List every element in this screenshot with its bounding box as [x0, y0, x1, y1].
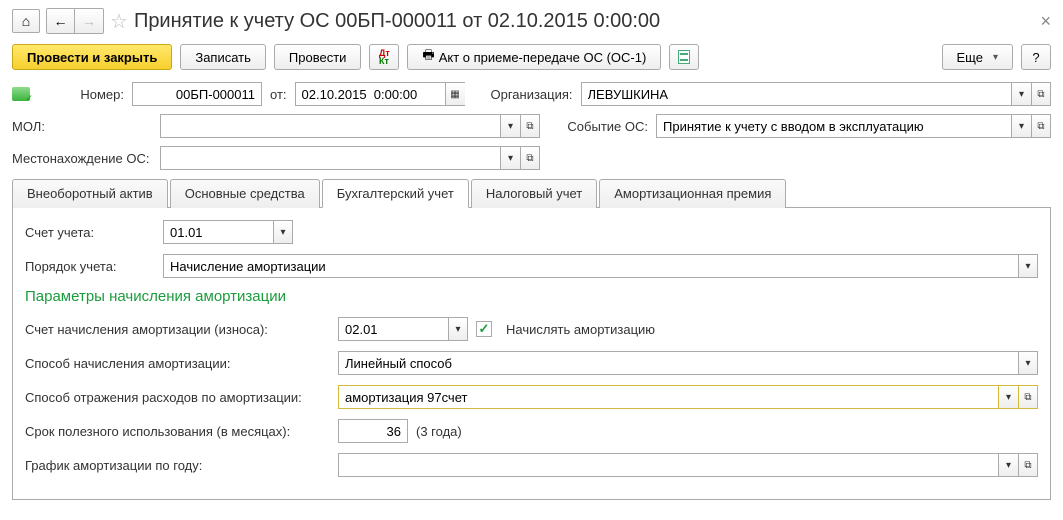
write-button[interactable]: Записать [180, 44, 266, 70]
printer-icon: 🖶 [422, 46, 434, 68]
back-button[interactable]: ← [47, 9, 75, 33]
close-icon[interactable]: × [1040, 11, 1051, 32]
expense-label: Способ отражения расходов по амортизации… [25, 390, 330, 405]
calendar-icon[interactable]: ▦ [445, 82, 465, 106]
dep-account-input[interactable] [338, 317, 448, 341]
life-input[interactable] [338, 419, 408, 443]
schedule-dropdown[interactable]: ▾ [998, 453, 1018, 477]
post-button[interactable]: Провести [274, 44, 362, 70]
schedule-input[interactable] [338, 453, 998, 477]
mol-open-icon[interactable]: ⧉ [520, 114, 540, 138]
dtkt-icon: ДтКт [379, 49, 390, 65]
method-dropdown[interactable]: ▾ [1018, 351, 1038, 375]
post-and-close-button[interactable]: Провести и закрыть [12, 44, 172, 70]
dep-account-dropdown[interactable]: ▾ [448, 317, 468, 341]
page-title: Принятие к учету ОС 00БП-000011 от 02.10… [134, 10, 660, 33]
account-input[interactable] [163, 220, 273, 244]
number-input[interactable] [132, 82, 262, 106]
mol-label: МОЛ: [12, 119, 152, 134]
calc-depr-checkbox[interactable]: ✓ [476, 321, 492, 337]
number-label: Номер: [38, 87, 124, 102]
home-button[interactable]: ⌂ [12, 9, 40, 33]
document-icon [678, 50, 690, 64]
order-input[interactable] [163, 254, 1018, 278]
life-label: Срок полезного использования (в месяцах)… [25, 424, 330, 439]
tab-fixed-assets[interactable]: Основные средства [170, 179, 320, 208]
location-open-icon[interactable]: ⧉ [520, 146, 540, 170]
org-label: Организация: [473, 87, 573, 102]
help-button[interactable]: ? [1021, 44, 1051, 70]
event-dropdown[interactable]: ▾ [1011, 114, 1031, 138]
org-dropdown[interactable]: ▾ [1011, 82, 1031, 106]
method-label: Способ начисления амортизации: [25, 356, 330, 371]
org-open-icon[interactable]: ⧉ [1031, 82, 1051, 106]
from-label: от: [270, 87, 287, 102]
date-input[interactable] [295, 82, 445, 106]
schedule-open-icon[interactable]: ⧉ [1018, 453, 1038, 477]
more-button[interactable]: Еще [942, 44, 1013, 70]
tab-noncurrent-asset[interactable]: Внеоборотный актив [12, 179, 168, 208]
order-dropdown[interactable]: ▾ [1018, 254, 1038, 278]
account-label: Счет учета: [25, 225, 155, 240]
dep-account-label: Счет начисления амортизации (износа): [25, 322, 330, 337]
tab-tax[interactable]: Налоговый учет [471, 179, 597, 208]
expense-dropdown[interactable]: ▾ [998, 385, 1018, 409]
status-icon [12, 87, 30, 101]
print-act-button[interactable]: 🖶Акт о приеме-передаче ОС (ОС-1) [407, 44, 661, 70]
method-input[interactable] [338, 351, 1018, 375]
life-hint: (3 года) [416, 424, 462, 439]
event-label: Событие ОС: [548, 119, 648, 134]
org-input[interactable] [581, 82, 1011, 106]
tabs: Внеоборотный актив Основные средства Бух… [12, 178, 1051, 208]
location-dropdown[interactable]: ▾ [500, 146, 520, 170]
tab-bonus[interactable]: Амортизационная премия [599, 179, 786, 208]
schedule-label: График амортизации по году: [25, 458, 330, 473]
event-open-icon[interactable]: ⧉ [1031, 114, 1051, 138]
event-input[interactable] [656, 114, 1011, 138]
favorite-icon[interactable]: ☆ [110, 9, 128, 34]
calc-depr-label: Начислять амортизацию [506, 322, 655, 337]
location-label: Местонахождение ОС: [12, 151, 152, 166]
order-label: Порядок учета: [25, 259, 155, 274]
mol-input[interactable] [160, 114, 500, 138]
expense-input[interactable] [338, 385, 998, 409]
section-title: Параметры начисления амортизации [25, 288, 1038, 305]
expense-open-icon[interactable]: ⧉ [1018, 385, 1038, 409]
location-input[interactable] [160, 146, 500, 170]
forward-button[interactable]: → [75, 9, 103, 33]
mol-dropdown[interactable]: ▾ [500, 114, 520, 138]
dtkt-button[interactable]: ДтКт [369, 44, 399, 70]
account-dropdown[interactable]: ▾ [273, 220, 293, 244]
tab-accounting[interactable]: Бухгалтерский учет [322, 179, 469, 208]
document-button[interactable] [669, 44, 699, 70]
